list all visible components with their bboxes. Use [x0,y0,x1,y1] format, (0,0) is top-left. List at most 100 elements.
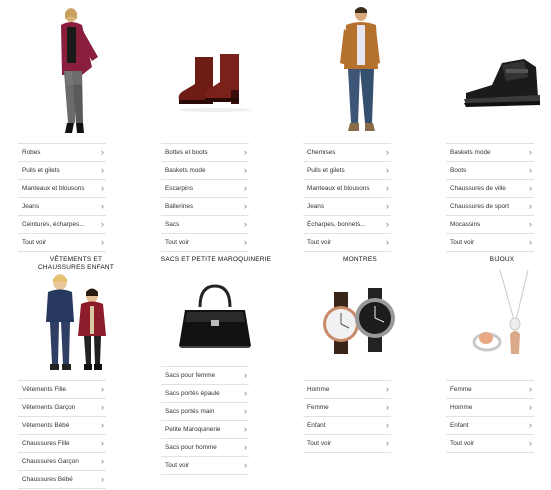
section-title-jewelry[interactable]: BIJOUX [462,256,542,264]
chevron-right-icon: › [386,237,389,247]
chevron-right-icon: › [101,474,104,484]
section-title-watches[interactable]: MONTRES [320,256,400,264]
section-title-kids[interactable]: VÊTEMENTS ET CHAUSSURES ENFANT [26,256,126,272]
watches-image[interactable] [316,288,406,360]
menu-item[interactable]: Chaussures de sport › [446,198,534,216]
chevron-right-icon: › [244,201,247,211]
menu-item[interactable]: Pulls et gilets › [303,162,391,180]
chevron-right-icon: › [244,219,247,229]
menu-item[interactable]: Sacs portés épaule › [161,385,249,403]
menu-item[interactable]: Mocassins › [446,216,534,234]
menu-item[interactable]: Jeans › [303,198,391,216]
man-jacket-image[interactable] [338,5,382,135]
menu-item[interactable]: Chaussures Bébé › [18,471,106,489]
menu-item[interactable]: Vêtements Fille › [18,380,106,399]
menu-item[interactable]: Pulls et gilets › [18,162,106,180]
chevron-right-icon: › [244,237,247,247]
menu-item[interactable]: Tout voir › [303,234,391,252]
chevron-right-icon: › [101,438,104,448]
chevron-right-icon: › [101,456,104,466]
menu-jewelry: Femme › Homme › Enfant › Tout voir › [446,380,534,453]
menu-item[interactable]: Ceintures, écharpes... › [18,216,106,234]
jewelry-image[interactable] [470,268,540,358]
sneaker-image[interactable] [462,55,542,110]
chevron-right-icon: › [386,402,389,412]
menu-item[interactable]: Baskets mode › [446,143,534,162]
menu-item[interactable]: Manteaux et blousons › [303,180,391,198]
chevron-right-icon: › [529,384,532,394]
chevron-right-icon: › [244,424,247,434]
menu-men-shoes: Baskets mode › Boots › Chaussures de ville… [446,143,534,252]
menu-item[interactable]: Femme › [446,380,534,399]
chevron-right-icon: › [386,183,389,193]
menu-item[interactable]: Bottes et boots › [161,143,249,162]
chevron-right-icon: › [101,219,104,229]
chevron-right-icon: › [529,219,532,229]
menu-item[interactable]: Femme › [303,399,391,417]
menu-men-clothing: Chemises › Pulls et gilets › Manteaux et b… [303,143,391,252]
chevron-right-icon: › [244,183,247,193]
menu-women-shoes: Bottes et boots › Baskets mode › Escarpins… [161,143,249,252]
chevron-right-icon: › [529,438,532,448]
menu-item[interactable]: Chemises › [303,143,391,162]
menu-item[interactable]: Sacs pour femme › [161,366,249,385]
menu-item[interactable]: Jeans › [18,198,106,216]
menu-item[interactable]: Tout voir › [161,234,249,252]
menu-item[interactable]: Boots › [446,162,534,180]
chevron-right-icon: › [386,201,389,211]
menu-item[interactable]: Sacs pour homme › [161,439,249,457]
menu-item[interactable]: Petite Maroquinerie › [161,421,249,439]
chevron-right-icon: › [386,219,389,229]
menu-item[interactable]: Chaussures Fille › [18,435,106,453]
chevron-right-icon: › [386,384,389,394]
chevron-right-icon: › [244,460,247,470]
chevron-right-icon: › [101,165,104,175]
menu-item[interactable]: Baskets mode › [161,162,249,180]
menu-item[interactable]: Enfant › [446,417,534,435]
handbag-image[interactable] [175,282,255,352]
menu-item[interactable]: Tout voir › [446,234,534,252]
menu-item[interactable]: Robes › [18,143,106,162]
menu-item[interactable]: Chaussures de ville › [446,180,534,198]
menu-item[interactable]: Sacs portés main › [161,403,249,421]
woman-coat-image[interactable] [52,5,102,137]
menu-item[interactable]: Écharpes, bonnets... › [303,216,391,234]
menu-item[interactable]: Chaussures Garçon › [18,453,106,471]
kids-image[interactable] [40,272,115,374]
menu-item[interactable]: Tout voir › [161,457,249,475]
ankle-boots-image[interactable] [175,52,260,112]
menu-item[interactable]: Tout voir › [446,435,534,453]
menu-item[interactable]: Vêtements Bébé › [18,417,106,435]
chevron-right-icon: › [529,402,532,412]
chevron-right-icon: › [529,237,532,247]
menu-item[interactable]: Homme › [303,380,391,399]
chevron-right-icon: › [101,402,104,412]
chevron-right-icon: › [101,147,104,157]
chevron-right-icon: › [244,165,247,175]
chevron-right-icon: › [244,370,247,380]
menu-item[interactable]: Manteaux et blousons › [18,180,106,198]
menu-item[interactable]: Tout voir › [18,234,106,252]
chevron-right-icon: › [529,147,532,157]
menu-item[interactable]: Escarpins › [161,180,249,198]
menu-item[interactable]: Tout voir › [303,435,391,453]
chevron-right-icon: › [244,388,247,398]
menu-item[interactable]: Vêtements Garçon › [18,399,106,417]
chevron-right-icon: › [529,183,532,193]
chevron-right-icon: › [529,201,532,211]
chevron-right-icon: › [386,438,389,448]
chevron-right-icon: › [101,420,104,430]
chevron-right-icon: › [529,165,532,175]
menu-item[interactable]: Ballerines › [161,198,249,216]
menu-watches: Homme › Femme › Enfant › Tout voir › [303,380,391,453]
section-title-bags[interactable]: SACS ET PETITE MAROQUINERIE [160,256,272,264]
menu-item[interactable]: Sacs › [161,216,249,234]
chevron-right-icon: › [244,406,247,416]
menu-women-clothing: Robes › Pulls et gilets › Manteaux et blou… [18,143,106,252]
chevron-right-icon: › [386,147,389,157]
menu-item[interactable]: Homme › [446,399,534,417]
chevron-right-icon: › [244,442,247,452]
chevron-right-icon: › [386,165,389,175]
chevron-right-icon: › [244,147,247,157]
menu-item[interactable]: Enfant › [303,417,391,435]
